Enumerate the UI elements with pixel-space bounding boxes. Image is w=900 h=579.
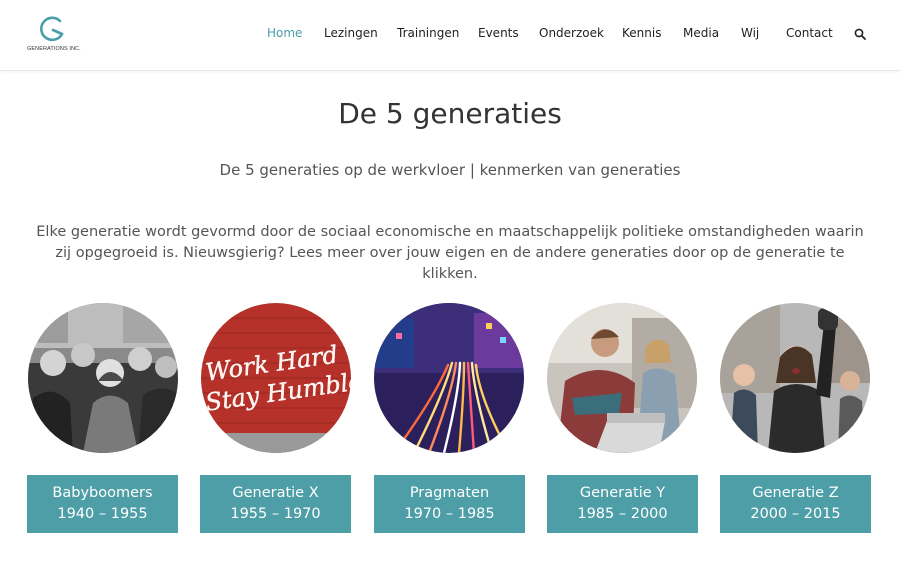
generation-years: 1985 – 2000 [577, 506, 668, 522]
nav-item-contact[interactable]: Contact [786, 26, 833, 40]
generation-name: Generatie Z [752, 485, 839, 501]
generation-years: 1970 – 1985 [404, 506, 495, 522]
nav-item-home[interactable]: Home [267, 26, 302, 40]
generatie-y-button[interactable]: Generatie Y 1985 – 2000 [547, 475, 698, 533]
generation-name: Generatie Y [579, 485, 666, 501]
generatie-x-button[interactable]: Generatie X 1955 – 1970 [200, 475, 351, 533]
nav-item-wij[interactable]: Wij [741, 26, 759, 40]
generatie-z-image[interactable] [720, 303, 870, 453]
page-subtitle: De 5 generaties op de werkvloer | kenmer… [219, 161, 681, 179]
nav-item-media[interactable]: Media [683, 26, 719, 40]
generatie-x-image[interactable]: Work Hard Stay Humble [201, 303, 351, 453]
generatie-z-button[interactable]: Generatie Z 2000 – 2015 [720, 475, 871, 533]
main-nav: Home Lezingen Trainingen Events Onderzoe… [0, 0, 900, 71]
nav-item-lezingen[interactable]: Lezingen [324, 26, 378, 40]
intro-text: Elke generatie wordt gevormd door de soc… [36, 224, 864, 282]
nav-item-kennis[interactable]: Kennis [622, 26, 661, 40]
generation-name: Pragmaten [409, 485, 490, 501]
generation-years: 2000 – 2015 [750, 506, 841, 522]
generation-name: Generatie X [232, 485, 319, 501]
generation-years: 1940 – 1955 [57, 506, 148, 522]
site-header: GENERATIONS INC. Home Lezingen Traininge… [0, 0, 900, 71]
pragmaten-image[interactable] [374, 303, 524, 453]
generatie-y-image[interactable] [547, 303, 697, 453]
page-title: De 5 generaties [338, 97, 562, 130]
search-icon[interactable] [854, 28, 866, 40]
babyboomers-image[interactable] [28, 303, 178, 453]
nav-item-onderzoek[interactable]: Onderzoek [539, 26, 604, 40]
babyboomers-button[interactable]: Babyboomers 1940 – 1955 [27, 475, 178, 533]
nav-item-trainingen[interactable]: Trainingen [397, 26, 459, 40]
generation-years: 1955 – 1970 [230, 506, 321, 522]
pragmaten-button[interactable]: Pragmaten 1970 – 1985 [374, 475, 525, 533]
nav-item-events[interactable]: Events [478, 26, 519, 40]
generation-name: Babyboomers [52, 485, 153, 501]
